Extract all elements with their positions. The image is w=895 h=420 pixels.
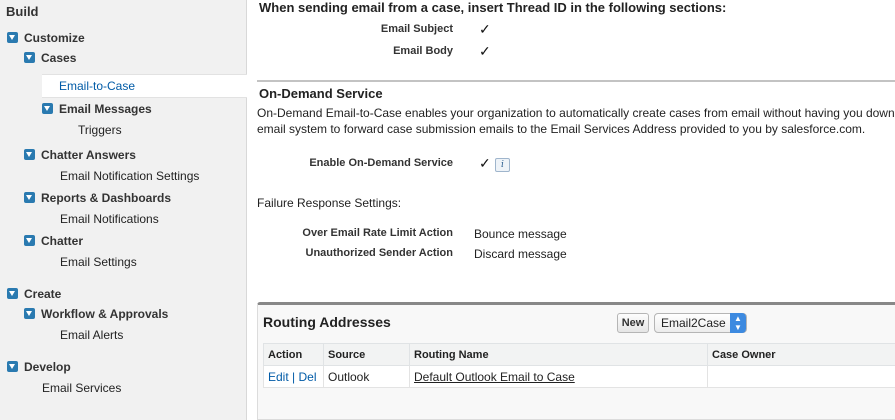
section-divider <box>257 80 895 82</box>
source-cell: Outlook <box>323 365 410 388</box>
sidebar-item-triggers[interactable]: Triggers <box>78 120 122 140</box>
action-separator: | <box>292 369 296 384</box>
over-limit-label: Over Email Rate Limit Action <box>302 227 453 239</box>
select-updown-arrow-icon: ▲ ▼ <box>730 313 746 333</box>
email-subject-check-icon: ✓ <box>479 21 491 37</box>
sidebar-item-email-notifications[interactable]: Email Notifications <box>60 209 159 229</box>
routing-name-link[interactable]: Default Outlook Email to Case <box>414 370 575 384</box>
failure-response-settings-label: Failure Response Settings: <box>257 196 402 210</box>
sidebar-item-create[interactable]: Create <box>7 284 61 304</box>
setup-sidebar: Build Customize Cases Email-to-Case Emai… <box>0 0 247 420</box>
action-cell: Edit | Del <box>263 365 324 388</box>
email-body-check-icon: ✓ <box>479 43 491 59</box>
routing-addresses-panel: Routing Addresses New Email2Case ▲ ▼ Acti… <box>257 302 895 420</box>
expand-triangle-icon[interactable] <box>24 192 35 204</box>
expand-triangle-icon[interactable] <box>24 52 35 64</box>
sidebar-item-email-notification-settings[interactable]: Email Notification Settings <box>60 166 199 186</box>
sidebar-item-email-services[interactable]: Email Services <box>42 378 121 398</box>
sidebar-item-email-messages[interactable]: Email Messages <box>42 99 152 119</box>
info-icon[interactable]: i <box>495 158 510 172</box>
on-demand-description-line1: On-Demand Email-to-Case enables your org… <box>257 106 895 120</box>
delete-link[interactable]: Del <box>299 370 317 384</box>
email-subject-label: Email Subject <box>380 23 453 35</box>
expand-triangle-icon[interactable] <box>7 361 18 373</box>
thread-id-heading: When sending email from a case, insert T… <box>259 0 727 15</box>
sidebar-item-reports-dashboards[interactable]: Reports & Dashboards <box>24 188 171 208</box>
sidebar-item-develop[interactable]: Develop <box>7 357 71 377</box>
over-limit-value: Bounce message <box>474 227 567 241</box>
main-content: When sending email from a case, insert T… <box>247 0 895 420</box>
routing-name-cell: Default Outlook Email to Case <box>409 365 708 388</box>
expand-triangle-icon[interactable] <box>24 308 35 320</box>
table-header-row: Action Source Routing Name Case Owner <box>263 343 895 366</box>
column-header-case-owner: Case Owner <box>707 343 895 366</box>
unauthorized-sender-value: Discard message <box>474 247 567 261</box>
table-row: Edit | Del Outlook Default Outlook Email… <box>263 365 895 388</box>
column-header-action: Action <box>263 343 324 366</box>
email-body-label: Email Body <box>393 45 453 57</box>
enable-on-demand-check-icon: ✓ <box>479 155 491 171</box>
expand-triangle-icon[interactable] <box>7 32 18 44</box>
sidebar-item-chatter-answers[interactable]: Chatter Answers <box>24 145 136 165</box>
sidebar-item-workflow-approvals[interactable]: Workflow & Approvals <box>24 304 168 324</box>
column-header-routing-name: Routing Name <box>409 343 708 366</box>
routing-addresses-table: Action Source Routing Name Case Owner Ed… <box>263 343 895 388</box>
sidebar-item-cases[interactable]: Cases <box>24 48 76 68</box>
sidebar-item-email-to-case[interactable]: Email-to-Case <box>42 74 247 98</box>
expand-triangle-icon[interactable] <box>24 235 35 247</box>
sidebar-item-chatter[interactable]: Chatter <box>24 231 83 251</box>
sidebar-item-customize[interactable]: Customize <box>7 28 85 48</box>
expand-triangle-icon[interactable] <box>24 149 35 161</box>
sidebar-item-email-alerts[interactable]: Email Alerts <box>60 325 123 345</box>
expand-triangle-icon[interactable] <box>7 288 18 300</box>
new-routing-address-button[interactable]: New <box>617 313 649 333</box>
unauthorized-sender-label: Unauthorized Sender Action <box>305 247 454 259</box>
routing-address-select[interactable]: Email2Case ▲ ▼ <box>654 313 747 333</box>
routing-address-select-value: Email2Case <box>661 316 726 330</box>
sidebar-item-email-settings[interactable]: Email Settings <box>60 252 137 272</box>
on-demand-heading: On-Demand Service <box>259 86 383 101</box>
routing-addresses-title: Routing Addresses <box>263 314 391 330</box>
on-demand-description-line2: email system to forward case submission … <box>257 122 866 136</box>
build-heading: Build <box>6 4 39 19</box>
expand-triangle-icon[interactable] <box>42 103 53 115</box>
edit-link[interactable]: Edit <box>268 370 289 384</box>
case-owner-cell <box>707 365 895 388</box>
enable-on-demand-label: Enable On-Demand Service <box>309 157 453 169</box>
column-header-source: Source <box>323 343 410 366</box>
